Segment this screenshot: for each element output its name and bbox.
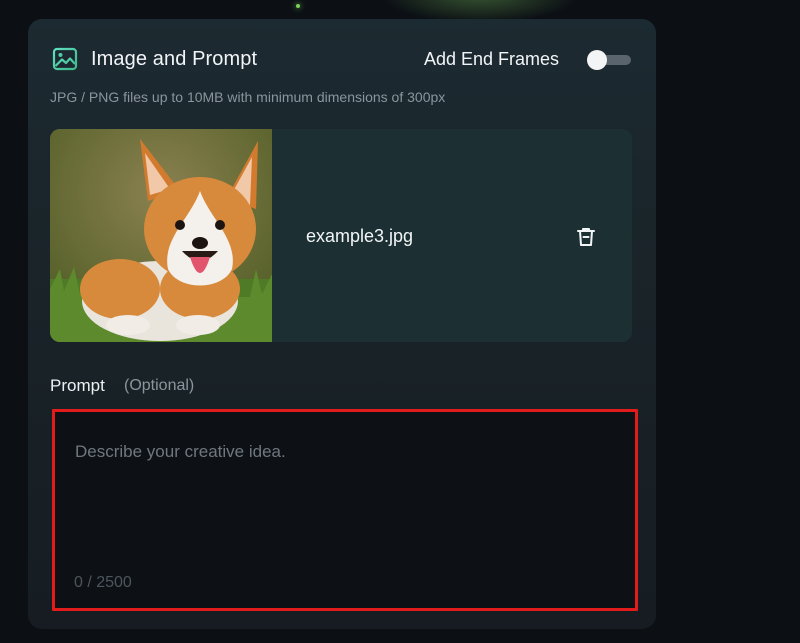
image-icon <box>52 46 78 72</box>
prompt-optional-label: (Optional) <box>124 377 195 394</box>
uploaded-image-card: example3.jpg <box>50 129 632 342</box>
panel-title: Image and Prompt <box>91 47 258 70</box>
trash-icon[interactable] <box>573 224 599 250</box>
add-end-frames-toggle[interactable] <box>587 50 631 70</box>
prompt-label: Prompt <box>50 376 105 395</box>
prompt-textarea[interactable] <box>55 412 635 608</box>
file-requirements: JPG / PNG files up to 10MB with minimum … <box>50 89 446 105</box>
add-end-frames-label: Add End Frames <box>424 49 560 69</box>
prompt-input-box: 0 / 2500 <box>52 409 638 611</box>
character-counter: 0 / 2500 <box>74 574 132 591</box>
stage: Image and Prompt Add End Frames JPG / PN… <box>0 0 800 643</box>
toggle-knob <box>587 50 607 70</box>
background-glow <box>296 4 300 8</box>
uploaded-image-thumbnail <box>50 129 272 342</box>
file-name: example3.jpg <box>306 226 414 246</box>
